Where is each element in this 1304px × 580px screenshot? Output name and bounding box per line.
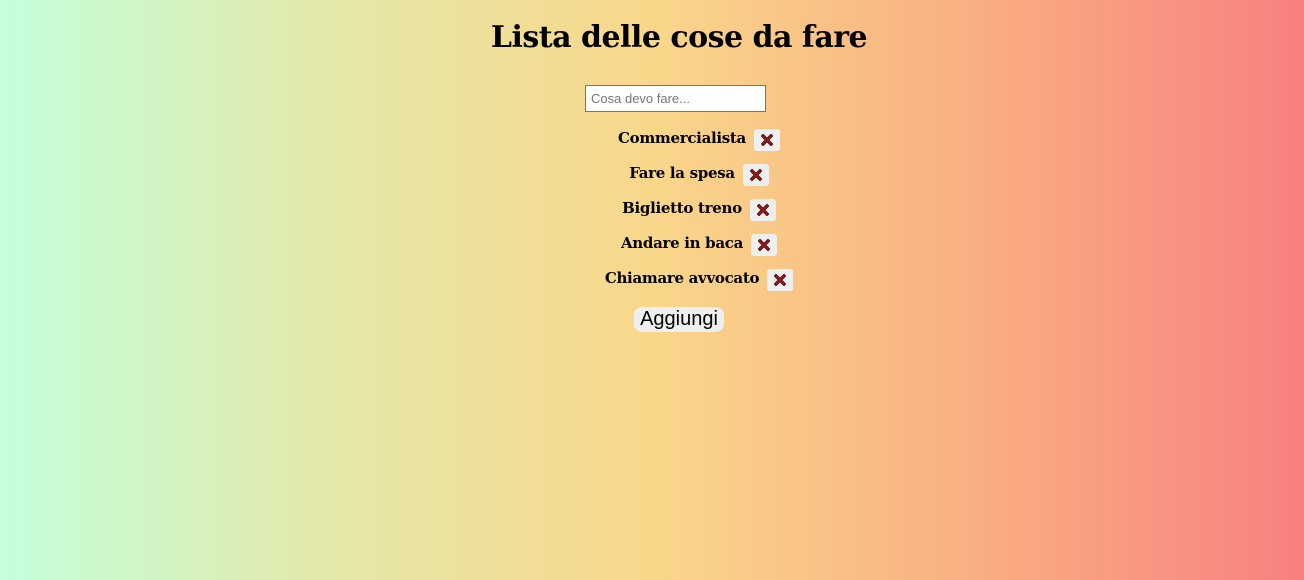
list-item: Andare in baca (0, 230, 1304, 265)
page-title: Lista delle cose da fare (490, 20, 868, 55)
todo-label: Chiamare avvocato (604, 269, 760, 287)
delete-button[interactable] (751, 234, 778, 256)
close-x-icon (749, 169, 762, 181)
todo-app: Lista delle cose da fare Commercialista … (0, 0, 1304, 580)
todo-label: Fare la spesa (629, 164, 735, 182)
delete-button[interactable] (749, 199, 776, 221)
close-x-icon (774, 274, 787, 286)
delete-button[interactable] (767, 269, 794, 291)
list-item: Chiamare avvocato (0, 265, 1304, 300)
todo-label: Andare in baca (620, 234, 744, 252)
list-item: Biglietto treno (0, 195, 1304, 230)
close-x-icon (760, 134, 773, 146)
list-item: Commercialista (0, 125, 1304, 160)
close-x-icon (756, 204, 769, 216)
task-input[interactable] (585, 85, 766, 112)
delete-button[interactable] (742, 164, 769, 186)
add-button[interactable]: Aggiungi (634, 307, 724, 332)
todo-list: Commercialista Fare la spesa Biglietto t… (0, 125, 1304, 300)
close-x-icon (758, 239, 771, 251)
delete-button[interactable] (753, 129, 780, 151)
list-item: Fare la spesa (0, 160, 1304, 195)
todo-label: Biglietto treno (622, 199, 742, 217)
todo-label: Commercialista (618, 129, 746, 147)
